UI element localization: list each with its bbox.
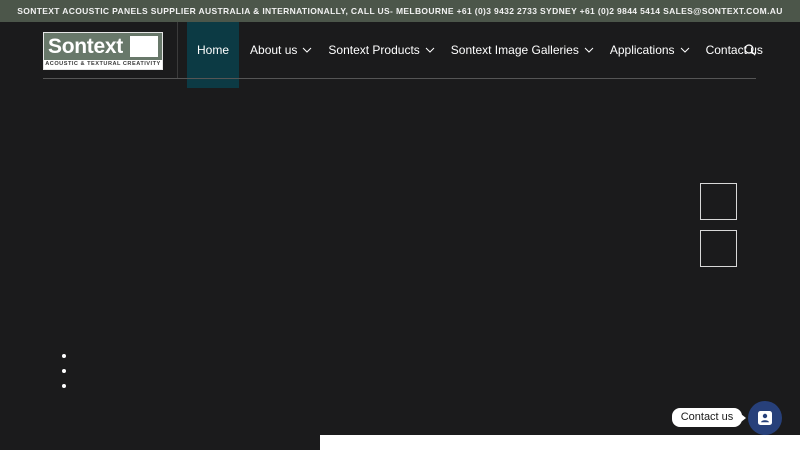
nav-item-label: Applications <box>609 43 675 57</box>
chevron-down-icon <box>680 47 689 53</box>
nav-divider <box>177 22 178 79</box>
nav-item-applications[interactable]: Applications <box>610 22 690 78</box>
slider-dot[interactable] <box>62 354 66 358</box>
main-nav: Home About us Sontext Products Sontext I… <box>187 22 763 88</box>
nav-underline <box>43 78 756 79</box>
nav-item-label: Sontext Products <box>328 43 420 57</box>
logo-tagline: ACOUSTIC & TEXTURAL CREATIVITY <box>44 60 162 69</box>
chat-contact-button[interactable] <box>748 401 782 435</box>
chevron-down-icon <box>584 47 594 53</box>
sontext-logo[interactable]: Sontext ACOUSTIC & TEXTURAL CREATIVITY <box>43 32 163 70</box>
nav-item-label: Sontext Image Galleries <box>450 43 579 57</box>
slider-next-button[interactable] <box>700 183 737 220</box>
nav-item-label: Home <box>197 43 230 57</box>
chevron-down-icon <box>425 47 435 53</box>
nav-item-sontext-products[interactable]: Sontext Products <box>328 22 435 78</box>
nav-item-label: About us <box>250 43 298 57</box>
slider-prev-button[interactable] <box>700 230 737 267</box>
contact-card-icon <box>758 411 772 425</box>
search-icon[interactable] <box>744 44 756 56</box>
slider-dot[interactable] <box>62 384 66 388</box>
slider-dot[interactable] <box>62 369 66 373</box>
logo-white-block <box>130 36 158 57</box>
logo-wordmark: Sontext <box>48 35 123 58</box>
content-panel <box>320 435 800 450</box>
nav-item-image-galleries[interactable]: Sontext Image Galleries <box>451 22 594 78</box>
chevron-down-icon <box>303 47 312 53</box>
top-contact-text: SONTEXT ACOUSTIC PANELS SUPPLIER AUSTRAL… <box>17 6 783 16</box>
chat-contact-bubble[interactable]: Contact us <box>672 408 746 427</box>
nav-item-about-us[interactable]: About us <box>250 22 312 78</box>
chat-bubble-label: Contact us <box>680 411 734 423</box>
top-contact-bar: SONTEXT ACOUSTIC PANELS SUPPLIER AUSTRAL… <box>0 0 800 22</box>
